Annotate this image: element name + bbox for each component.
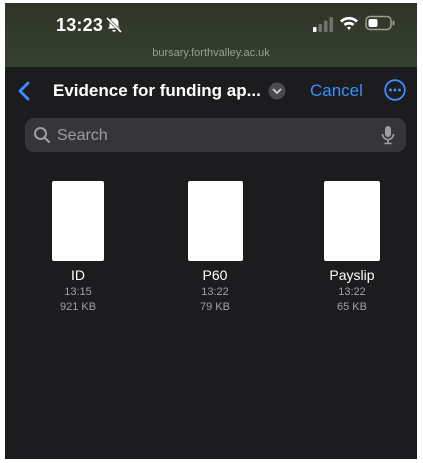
search-input[interactable] [55, 118, 379, 154]
chevron-down-circle-icon[interactable] [268, 82, 286, 100]
document-thumbnail-icon[interactable] [187, 181, 243, 261]
file-time: 13:15 [64, 286, 92, 298]
page-url: bursary.forthvalley.ac.uk [152, 47, 270, 59]
signal-icon [313, 17, 333, 32]
document-thumbnail-icon[interactable] [324, 181, 380, 261]
bell-slash-icon [105, 16, 123, 34]
file-name: ID [71, 267, 85, 283]
file-item-p60[interactable]: P60 13:22 79 KB [160, 181, 270, 313]
file-size: 79 KB [200, 301, 230, 313]
file-size: 65 KB [337, 301, 367, 313]
chevron-left-icon[interactable] [17, 81, 31, 101]
cancel-button[interactable]: Cancel [310, 81, 363, 101]
file-size: 921 KB [59, 301, 97, 313]
search-bar [25, 118, 406, 154]
ellipsis-circle-icon[interactable] [384, 79, 406, 101]
status-bar: 13:23 bursary.forthvalley.ac.uk [5, 3, 417, 67]
file-name: Payslip [329, 267, 375, 283]
folder-title[interactable]: Evidence for funding ap... [53, 81, 261, 101]
file-time: 13:22 [201, 286, 229, 298]
file-item-payslip[interactable]: Payslip 13:22 65 KB [297, 181, 407, 313]
microphone-icon[interactable] [381, 125, 395, 145]
file-time: 13:22 [338, 286, 366, 298]
document-thumbnail-icon[interactable] [52, 181, 104, 261]
file-item-id[interactable]: ID 13:15 921 KB [23, 181, 133, 313]
file-picker-screen: 13:23 bursary.forthvalley.ac.uk Evidence… [5, 3, 417, 459]
battery-icon [365, 15, 395, 31]
status-time: 13:23 [56, 15, 104, 35]
wifi-icon [340, 16, 358, 30]
file-name: P60 [202, 267, 228, 283]
navigation-bar: Evidence for funding ap... Cancel [5, 69, 417, 113]
search-icon [34, 127, 51, 144]
